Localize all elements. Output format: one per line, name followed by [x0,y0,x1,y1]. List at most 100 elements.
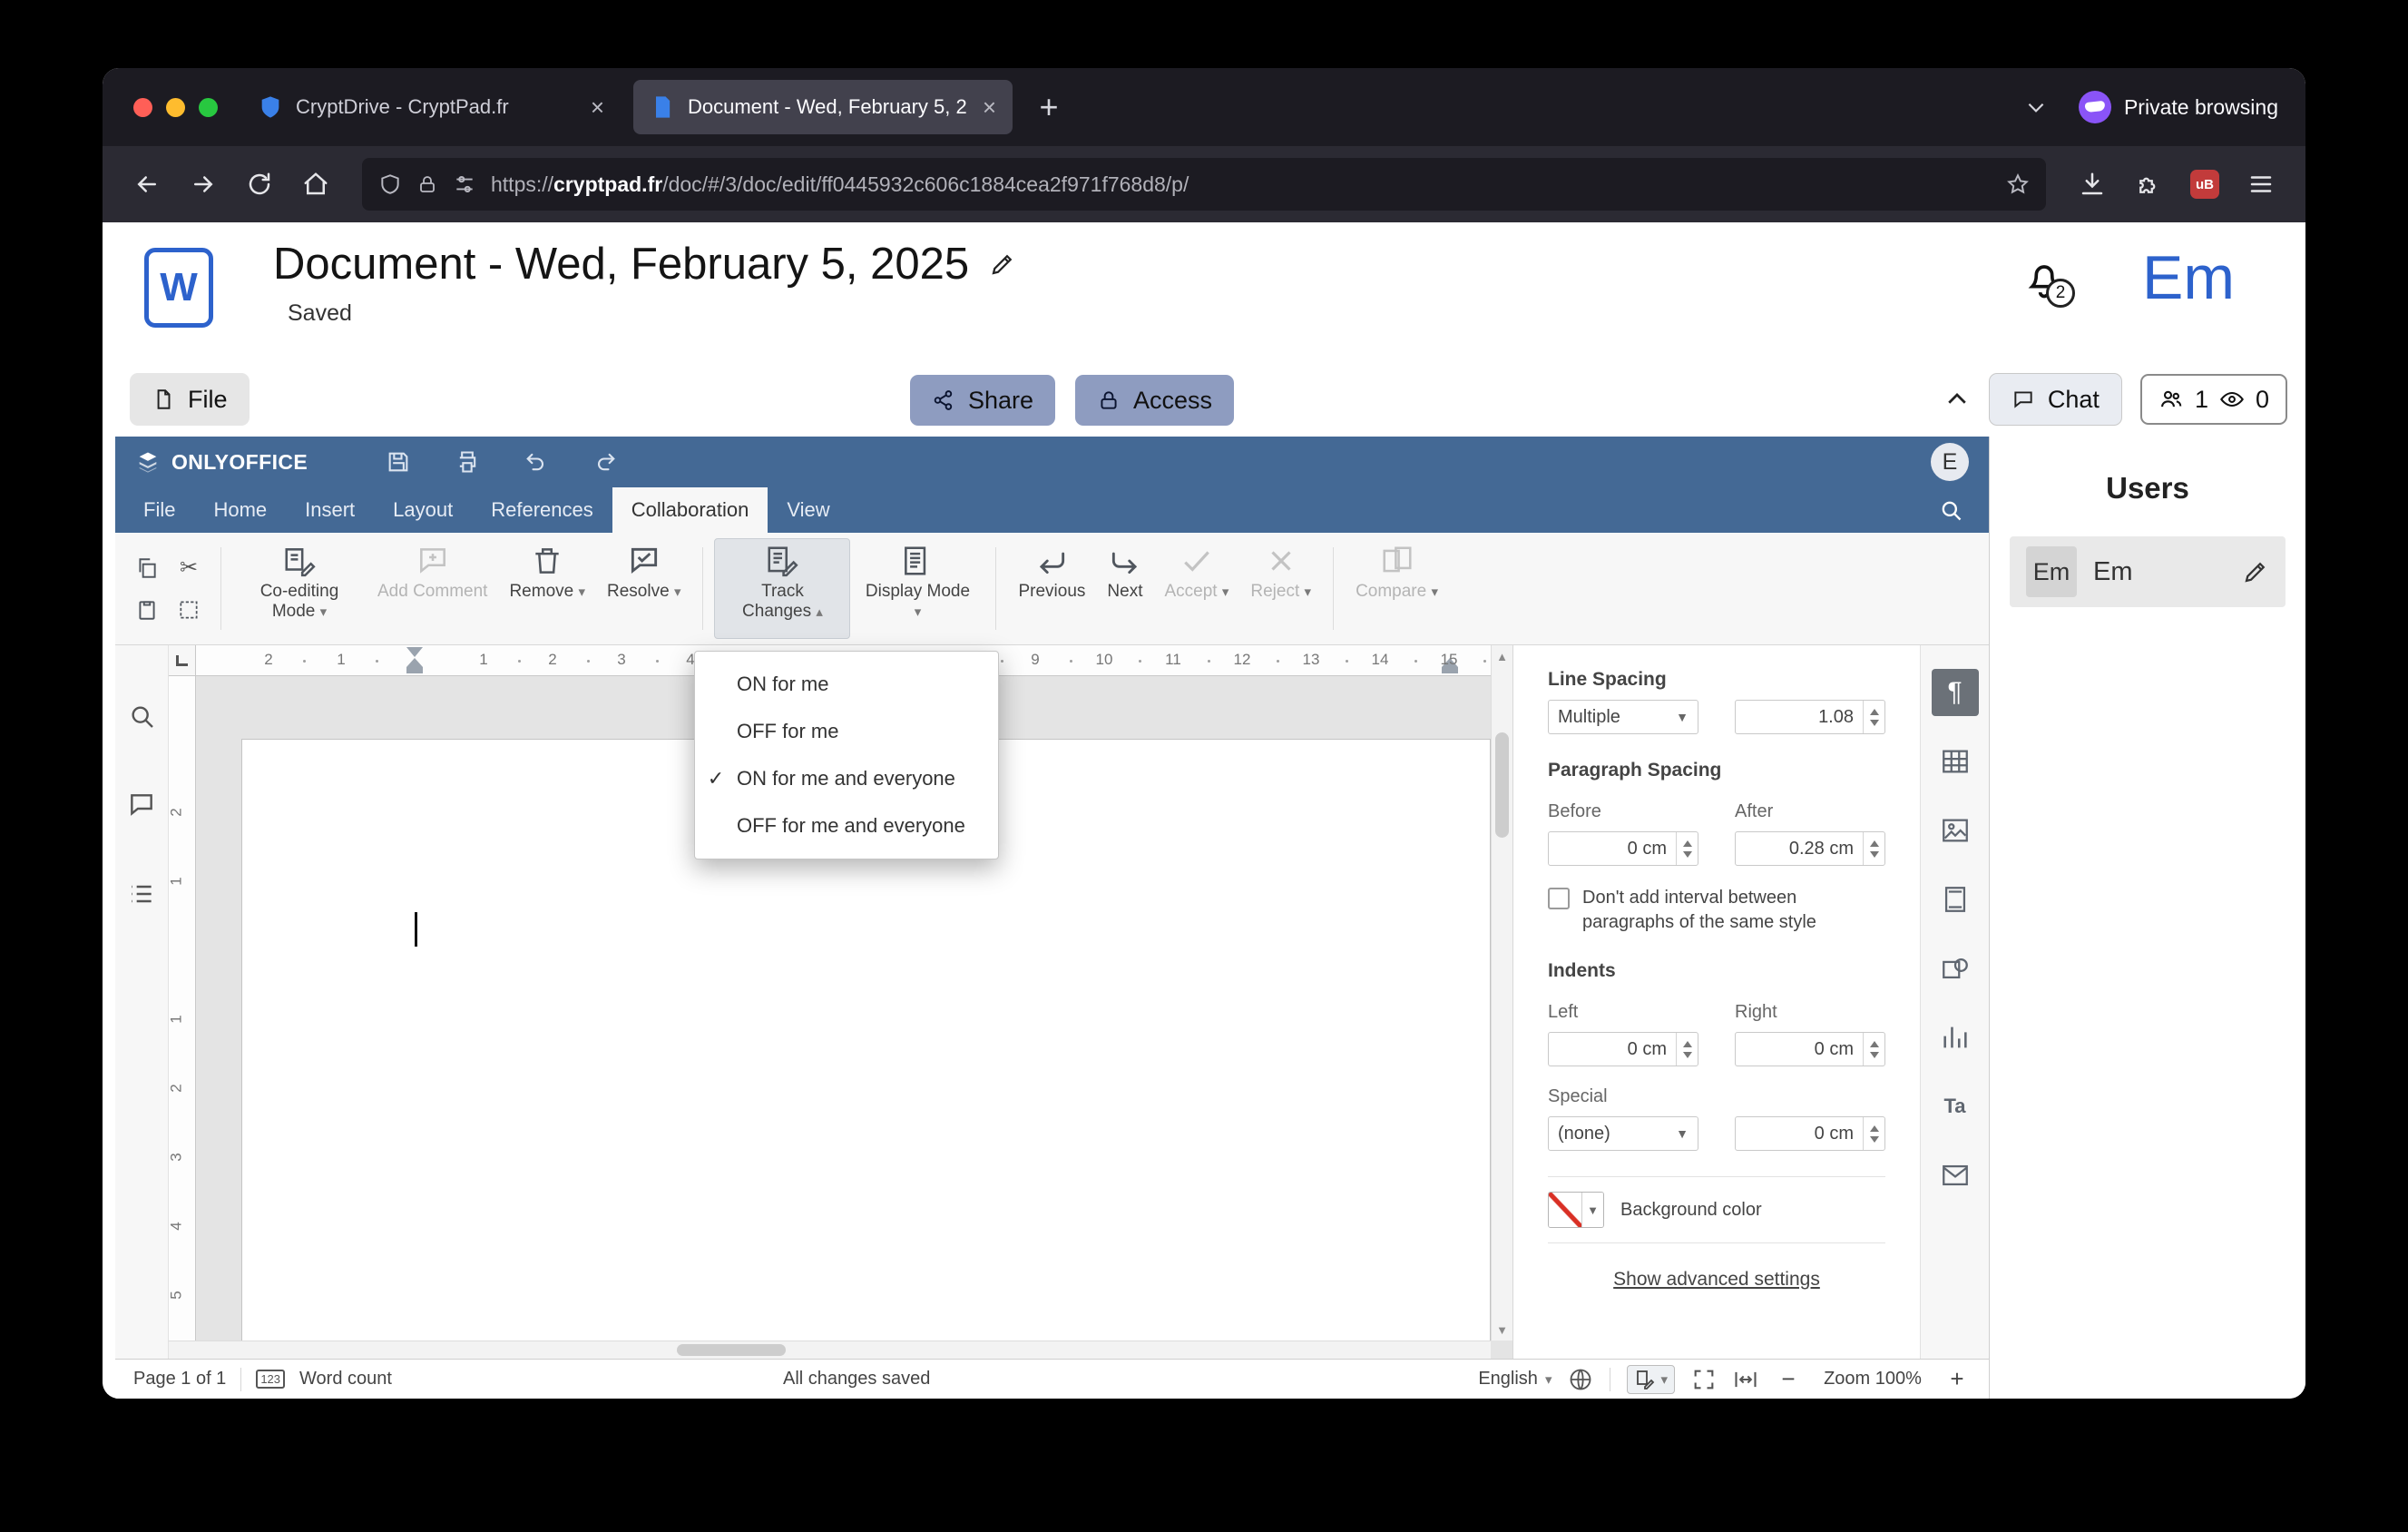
fit-page-icon[interactable] [1691,1367,1717,1392]
image-settings-tab[interactable] [1932,807,1979,854]
close-window-button[interactable] [133,97,152,117]
save-icon[interactable] [386,449,411,475]
track-menu-item-on-for-me[interactable]: ON for me [695,661,998,708]
zoom-out-button[interactable]: − [1775,1365,1802,1393]
textart-settings-tab[interactable]: Ta [1932,1083,1979,1130]
reload-button[interactable] [235,160,284,209]
downloads-button[interactable] [2068,160,2117,209]
horizontal-scroll-thumb[interactable] [677,1344,786,1356]
zoom-in-button[interactable]: + [1943,1365,1971,1393]
track-changes-status-button[interactable]: ▾ [1627,1364,1675,1394]
file-button[interactable]: File [130,373,250,426]
redo-icon[interactable] [592,449,618,475]
left-indent-marker[interactable] [406,658,423,673]
share-button[interactable]: Share [910,375,1056,426]
oo-tab-collaboration[interactable]: Collaboration [612,487,768,533]
track-menu-item-off-for-me-and-everyone[interactable]: OFF for me and everyone [695,802,998,849]
horizontal-scrollbar[interactable] [169,1340,1491,1359]
permissions-icon[interactable] [453,172,476,196]
forward-button[interactable] [179,160,228,209]
oo-tab-home[interactable]: Home [194,487,286,533]
tab-close-icon[interactable]: × [983,95,996,119]
background-color-picker[interactable]: ▼ [1548,1192,1604,1228]
spacing-before-input[interactable]: 0 cm [1548,831,1698,866]
scroll-up-icon[interactable]: ▲ [1492,645,1512,667]
comments-icon[interactable] [127,791,156,820]
user-list-item[interactable]: Em Em [2010,536,2286,607]
spinner-icon[interactable] [1676,832,1698,865]
next-change-button[interactable]: Next [1096,538,1153,639]
checkbox[interactable] [1548,888,1570,909]
navigation-icon[interactable] [127,879,156,908]
edit-title-pencil-icon[interactable] [989,250,1016,278]
oo-tab-view[interactable]: View [768,487,848,533]
url-text[interactable]: https://cryptpad.fr/doc/#/3/doc/edit/ff0… [491,172,1992,197]
spinner-icon[interactable] [1863,832,1884,865]
vertical-scroll-thumb[interactable] [1495,732,1509,838]
page-indicator[interactable]: Page 1 of 1 [133,1369,226,1390]
first-line-indent-marker[interactable] [406,647,423,657]
access-button[interactable]: Access [1075,375,1235,426]
special-indent-input[interactable]: 0 cm [1735,1116,1885,1151]
mailmerge-settings-tab[interactable] [1932,1152,1979,1199]
spinner-icon[interactable] [1863,1033,1884,1066]
account-avatar[interactable]: Em [2142,242,2235,313]
spacing-after-input[interactable]: 0.28 cm [1735,831,1885,866]
new-tab-button[interactable]: + [1025,83,1072,131]
edit-user-pencil-icon[interactable] [2242,558,2269,585]
lock-icon[interactable] [416,173,438,195]
tab-cryptdrive[interactable]: CryptDrive - CryptPad.fr × [241,80,621,134]
spinner-icon[interactable] [1863,1117,1884,1150]
headerfooter-settings-tab[interactable] [1932,876,1979,923]
vertical-ruler[interactable]: 21123456 [169,676,196,1340]
tracking-shield-icon[interactable] [378,172,402,196]
select-all-icon[interactable] [177,598,201,622]
chart-settings-tab[interactable] [1932,1014,1979,1061]
editor-user-avatar[interactable]: E [1931,443,1969,481]
table-settings-tab[interactable] [1932,738,1979,785]
chevron-down-icon[interactable]: ▼ [1581,1193,1603,1227]
ublock-button[interactable]: uB [2180,160,2229,209]
presence-indicator[interactable]: 1 0 [2139,374,2287,425]
tab-stop-selector[interactable] [169,645,196,676]
copy-icon[interactable] [135,556,159,580]
notifications-button[interactable]: 2 [2021,255,2075,308]
resolve-button[interactable]: Resolve ▾ [596,538,691,639]
undo-icon[interactable] [524,449,549,475]
url-bar[interactable]: https://cryptpad.fr/doc/#/3/doc/edit/ff0… [362,158,2046,211]
track-menu-item-on-for-me-and-everyone[interactable]: ✓ ON for me and everyone [695,755,998,802]
track-menu-item-off-for-me[interactable]: OFF for me [695,708,998,755]
display-mode-button[interactable]: Display Mode ▾ [850,538,984,639]
remove-button[interactable]: Remove ▾ [498,538,596,639]
oo-tab-layout[interactable]: Layout [374,487,472,533]
oo-tab-file[interactable]: File [124,487,194,533]
chat-button[interactable]: Chat [1988,373,2122,426]
advanced-settings-link[interactable]: Show advanced settings [1548,1269,1885,1291]
scroll-down-icon[interactable]: ▼ [1492,1319,1512,1340]
zoom-level[interactable]: Zoom 100% [1818,1369,1927,1390]
oo-tab-references[interactable]: References [472,487,612,533]
document-title[interactable]: Document - Wed, February 5, 2025 [273,239,1016,290]
shape-settings-tab[interactable] [1932,945,1979,992]
spinner-icon[interactable] [1863,701,1884,733]
menu-button[interactable] [2237,160,2286,209]
fit-width-icon[interactable] [1733,1367,1758,1392]
paste-icon[interactable] [135,598,159,622]
spinner-icon[interactable] [1676,1033,1698,1066]
oo-tab-insert[interactable]: Insert [286,487,374,533]
bookmark-star-icon[interactable] [2006,172,2030,196]
spellcheck-globe-icon[interactable] [1568,1367,1593,1392]
coediting-mode-button[interactable]: Co-editing Mode ▾ [232,538,367,639]
home-button[interactable] [291,160,340,209]
editor-search-button[interactable] [1922,487,1980,533]
language-selector[interactable]: English ▾ [1478,1369,1551,1390]
print-icon[interactable] [455,449,480,475]
special-indent-select[interactable]: (none) ▼ [1548,1116,1698,1151]
line-spacing-value-input[interactable]: 1.08 [1735,700,1885,734]
minimize-window-button[interactable] [166,97,185,117]
vertical-scrollbar[interactable]: ▲ ▼ [1491,645,1512,1340]
collapse-toolbar-chevron-icon[interactable] [1943,386,1971,413]
tab-close-icon[interactable]: × [591,95,604,119]
no-interval-checkbox-row[interactable]: Don't add interval between paragraphs of… [1548,886,1885,935]
find-icon[interactable] [127,702,156,731]
